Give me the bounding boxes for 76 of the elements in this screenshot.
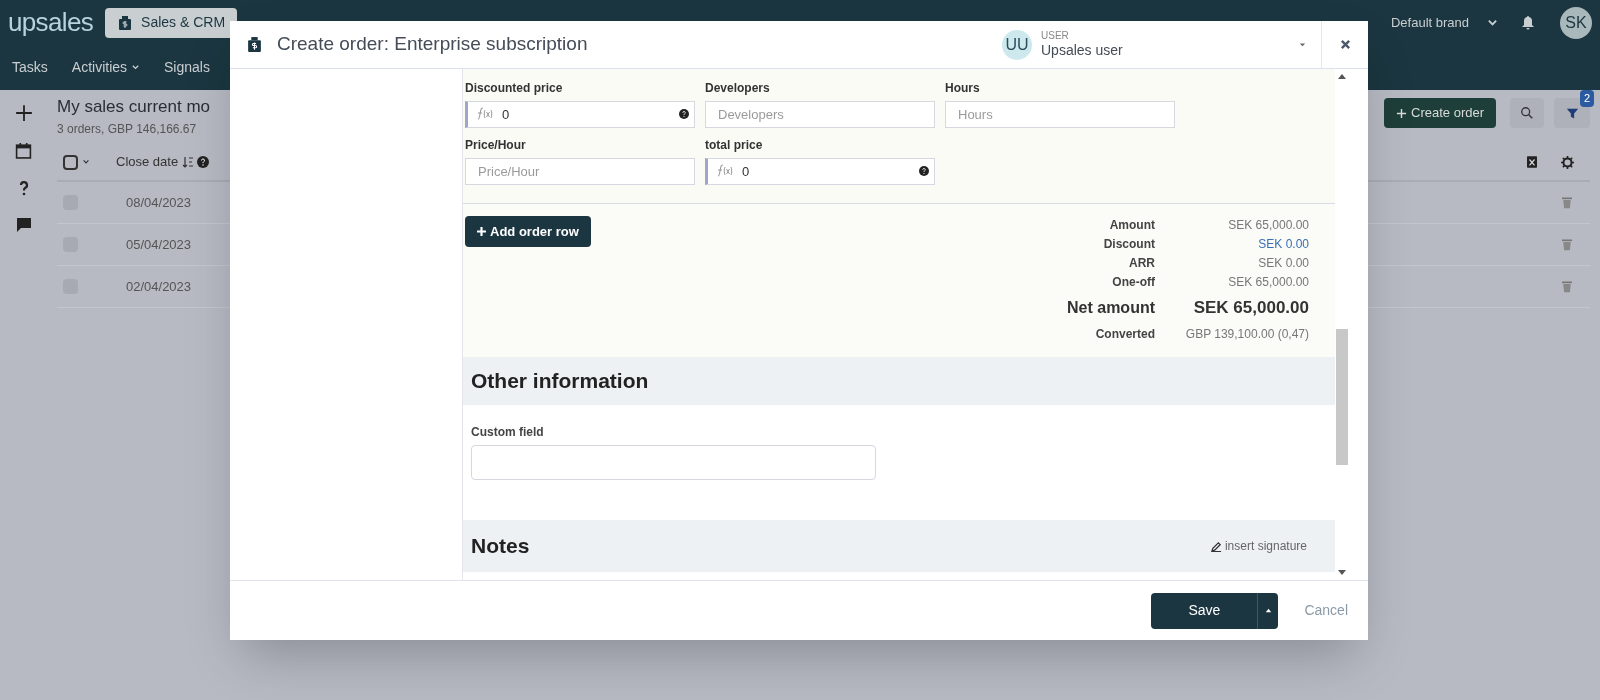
user-avatar: UU	[1002, 29, 1032, 60]
sort-icon[interactable]	[182, 156, 195, 168]
summary-label: Converted	[1094, 326, 1155, 343]
input-field[interactable]: Price/Hour	[465, 158, 695, 185]
chat-icon[interactable]	[15, 217, 32, 233]
summary-label: One-off	[1111, 274, 1155, 291]
table-cell-text: 02/04/2023	[126, 277, 192, 296]
summary-value: SEK 65,000.00	[1227, 274, 1309, 291]
caret-icon[interactable]	[82, 158, 90, 166]
spreadsheet-icon[interactable]	[1527, 156, 1537, 168]
column-header[interactable]: Close date	[116, 152, 179, 172]
field-label: Hours	[945, 80, 981, 97]
search-button[interactable]	[1510, 98, 1544, 128]
caret-icon	[131, 63, 141, 72]
plus-icon	[477, 227, 486, 236]
summary-value: SEK 0.00	[1257, 255, 1309, 272]
plus-icon[interactable]	[14, 104, 33, 122]
field-label: Discounted price	[465, 80, 564, 97]
save-button[interactable]: Save	[1151, 592, 1258, 629]
money-bag-icon	[246, 36, 263, 53]
input-field[interactable]: Hours	[945, 101, 1175, 128]
settings-icon[interactable]	[1561, 155, 1574, 169]
user-avatar[interactable]: SK	[1560, 6, 1592, 39]
subnav-link[interactable]: Signals	[164, 57, 210, 78]
section-title: Other information	[471, 368, 649, 395]
calendar-icon[interactable]	[15, 142, 32, 159]
input-field[interactable]: Developers	[705, 101, 935, 128]
section-title: Notes	[471, 533, 530, 560]
subnav-link[interactable]: Tasks	[12, 57, 48, 78]
add-order-row-button[interactable]: Add order row	[465, 216, 591, 247]
summary-value: SEK 65,000.00	[1192, 297, 1309, 320]
user-name: Upsales user	[1041, 42, 1123, 60]
input-field[interactable]: 0	[705, 158, 935, 185]
table-cell-text: 05/04/2023	[126, 235, 192, 254]
summary-value: GBP 139,100.00 (0,47)	[1184, 326, 1309, 343]
help-icon	[919, 166, 929, 176]
scroll-down-icon[interactable]	[1338, 570, 1346, 576]
summary-label: Discount	[1102, 236, 1155, 253]
brand-name: Default brand	[1390, 13, 1469, 32]
table-cell-text: 08/04/2023	[126, 193, 192, 212]
input-field[interactable]: 0	[465, 101, 695, 128]
caret-icon	[1263, 606, 1273, 615]
app-logo: upsales	[8, 6, 94, 39]
filter-icon	[1565, 106, 1579, 120]
nav-tab[interactable]: Sales & CRM	[105, 7, 238, 38]
list-subtitle: 3 orders, GBP 146,166.67	[57, 120, 198, 138]
create-order-button[interactable]: Create order	[1384, 98, 1496, 128]
summary-value: SEK 65,000.00	[1227, 217, 1309, 234]
summary-label: Amount	[1108, 217, 1155, 234]
field-label: Developers	[705, 80, 771, 97]
plus-icon	[1396, 107, 1407, 119]
money-bag-icon	[117, 14, 134, 31]
list-title: My sales current mo	[57, 96, 211, 118]
field-label: total price	[705, 137, 764, 154]
scroll-up-icon[interactable]	[1338, 73, 1346, 79]
filter-count-badge: 2	[1579, 90, 1594, 107]
pencil-icon	[1210, 540, 1222, 552]
subnav-link[interactable]: Activities	[71, 57, 141, 78]
close-icon	[1339, 39, 1351, 50]
insert-signature-link[interactable]: insert signature	[1210, 537, 1307, 555]
search-icon	[1520, 106, 1534, 120]
input-field[interactable]	[471, 445, 876, 480]
user-label: USER	[1041, 29, 1070, 42]
bell-icon[interactable]	[1520, 14, 1536, 31]
chevron-down-icon[interactable]	[1487, 17, 1498, 28]
save-options-button[interactable]	[1257, 592, 1279, 629]
modal-title: Create order: Enterprise subscription	[277, 32, 588, 57]
field-label: Price/Hour	[465, 137, 527, 154]
select-all-checkbox[interactable]	[63, 154, 78, 170]
help-icon	[679, 109, 689, 119]
summary-value[interactable]: SEK 0.00	[1155, 235, 1309, 253]
summary-label: Net amount	[1067, 298, 1155, 318]
help-icon	[197, 156, 210, 168]
field-label: Custom field	[471, 424, 545, 441]
summary-label: ARR	[1128, 255, 1155, 272]
scrollbar-thumb[interactable]	[1336, 329, 1348, 465]
